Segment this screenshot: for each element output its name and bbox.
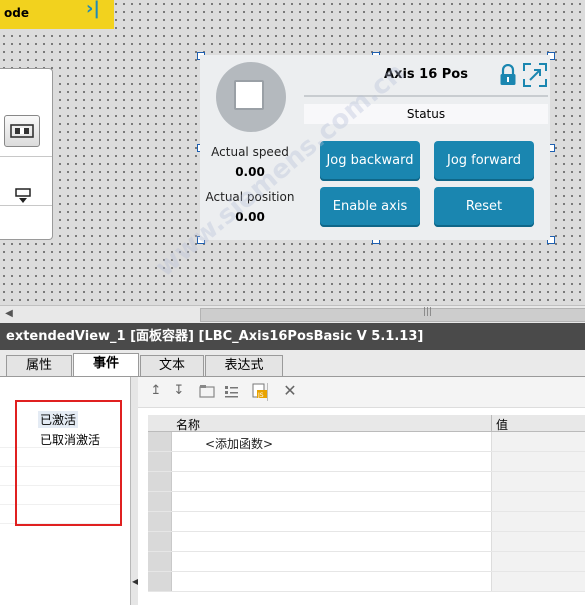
table-row [148,532,585,552]
yellow-tab-label: ode [4,6,29,20]
dropdown-icon[interactable] [14,187,32,205]
collapse-right-icon[interactable]: ›| [86,0,100,19]
tab-properties[interactable]: 属性 [6,355,72,376]
column-name-header: 名称 [176,418,201,432]
function-grid: 名称 值 <添加函数> [148,415,585,605]
svg-text:JS: JS [257,392,264,399]
yellow-tab[interactable]: ode ›| [0,0,114,29]
table-row [148,552,585,572]
toolbar-separator [267,383,268,401]
expand-icon[interactable] [522,62,548,88]
add-function-entry[interactable]: <添加函数> [205,435,273,452]
delete-icon[interactable]: ✕ [282,383,298,399]
axis-faceplate[interactable]: Axis 16 Pos Status Actual speed 0.00 Act… [200,55,550,240]
scrollbar-thumb[interactable]: ||| [200,307,585,322]
tab-events[interactable]: 事件 [73,353,139,376]
divider [0,156,52,157]
tab-texts[interactable]: 文本 [140,355,204,376]
move-up-icon[interactable]: ↥ [148,383,164,399]
actual-position-value: 0.00 [235,210,265,224]
jog-forward-button[interactable]: Jog forward [434,141,534,181]
table-row [148,512,585,532]
function-toolbar: ↥ ↧ JS ✕ [138,377,585,408]
grid-header: 名称 值 [148,415,585,432]
column-divider [491,415,492,431]
actual-speed-label: Actual speed [211,145,289,159]
stop-icon [234,80,264,110]
actual-speed-value: 0.00 [235,165,265,179]
enable-axis-button[interactable]: Enable axis [320,187,420,227]
folder-icon[interactable] [199,383,215,399]
function-list-pane: ↥ ↧ JS ✕ 名称 值 <添加函数> [138,377,585,605]
actual-position-label: Actual position [205,190,295,204]
table-row [148,452,585,472]
screen-canvas: ode ›| Axis 16 Pos Status Actual speed 0… [0,0,585,305]
table-row[interactable]: <添加函数> [148,432,585,452]
row-header [148,432,172,451]
jog-backward-button[interactable]: Jog backward [320,141,420,181]
status-field: Status [304,104,548,124]
value-cell[interactable] [491,432,585,451]
table-row [148,472,585,492]
device-icon [10,124,34,138]
toggle-button[interactable] [4,115,40,147]
title-divider [304,95,548,97]
tab-expressions[interactable]: 表达式 [205,355,283,376]
inspector-tabs: 属性 事件 文本 表达式 [0,350,585,377]
table-row [148,572,585,592]
reset-button[interactable]: Reset [434,187,534,227]
divider [0,205,52,206]
table-row [148,492,585,512]
script-js-icon[interactable]: JS [252,383,268,399]
highlight-box [15,400,122,526]
scroll-left-icon[interactable]: ◀ [2,307,16,321]
column-value-header: 值 [496,418,509,432]
left-panel-fragment [0,68,53,240]
stop-indicator [216,62,286,132]
inspector-title: extendedView_1 [面板容器] [LBC_Axis16PosBasi… [0,323,585,350]
canvas-scrollbar[interactable]: ◀ ||| [0,305,585,323]
move-down-icon[interactable]: ↧ [171,383,187,399]
list-icon[interactable] [223,383,239,399]
lock-icon[interactable] [500,64,516,86]
